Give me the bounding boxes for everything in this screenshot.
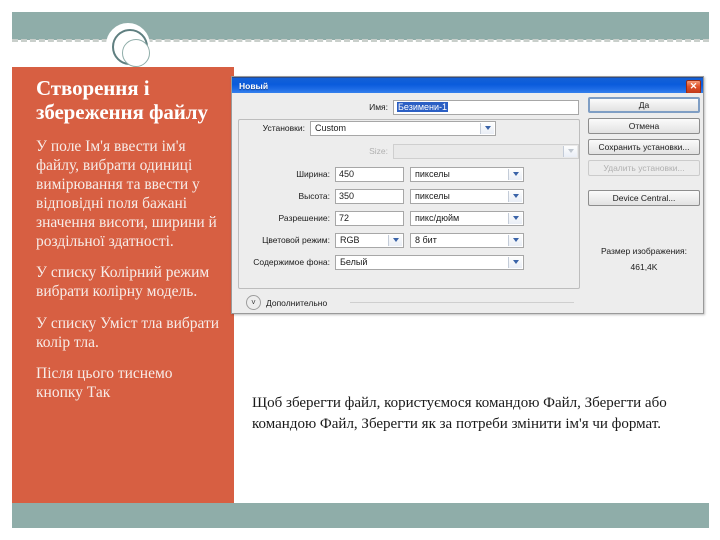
- dialog-title: Новый: [239, 81, 269, 91]
- name-row: Имя: Безимени-1: [238, 99, 580, 115]
- height-unit-select[interactable]: пикселы: [410, 188, 524, 204]
- resolution-row: Разрешение: 72 пикс/дюйм: [238, 210, 580, 226]
- size-select: [393, 143, 579, 159]
- color-depth-value: 8 бит: [415, 235, 437, 245]
- close-icon[interactable]: ✕: [686, 79, 701, 94]
- ok-button[interactable]: Да: [588, 97, 700, 113]
- new-document-dialog: Новый ✕ Имя: Безимени-1 Установки: Custo…: [231, 76, 704, 314]
- color-mode-value: RGB: [340, 235, 360, 245]
- name-label: Имя:: [369, 102, 388, 112]
- bottom-decorative-band: [12, 503, 709, 528]
- save-preset-button[interactable]: Сохранить установки...: [588, 139, 700, 155]
- decorative-ring: [106, 23, 150, 67]
- preset-label: Установки:: [262, 123, 305, 133]
- color-mode-row: Цветовой режим: RGB 8 бит: [238, 232, 580, 248]
- chevron-down-icon[interactable]: [508, 168, 522, 180]
- color-mode-label: Цветовой режим:: [262, 235, 330, 245]
- chevron-down-icon[interactable]: [508, 256, 522, 268]
- width-input[interactable]: 450: [335, 166, 404, 182]
- delete-preset-button: Удалить установки...: [588, 160, 700, 176]
- background-label: Содержимое фона:: [253, 257, 330, 267]
- image-size-label: Размер изображения:: [601, 246, 687, 256]
- width-unit-value: пикселы: [415, 169, 450, 179]
- dialog-button-column: Да Отмена Сохранить установки... Удалить…: [588, 97, 700, 211]
- sidebar-paragraph-2: У списку Колірний режим вибрати колірну …: [36, 264, 210, 301]
- background-row: Содержимое фона: Белый: [238, 254, 580, 270]
- color-mode-select[interactable]: RGB: [335, 232, 404, 248]
- background-value: Белый: [340, 257, 368, 267]
- dialog-titlebar[interactable]: Новый ✕: [232, 77, 703, 94]
- sidebar-paragraph-3: У списку Уміст тла вибрати колір тла.: [36, 314, 220, 351]
- preset-row: Установки: Custom: [238, 120, 580, 136]
- resolution-input[interactable]: 72: [335, 210, 404, 226]
- height-row: Высота: 350 пикселы: [238, 188, 580, 204]
- chevron-down-icon[interactable]: [508, 212, 522, 224]
- height-label: Высота:: [298, 191, 330, 201]
- resolution-label: Разрешение:: [278, 213, 330, 223]
- chevron-down-icon[interactable]: [388, 234, 402, 246]
- background-select[interactable]: Белый: [335, 254, 524, 270]
- chevron-down-icon[interactable]: [508, 234, 522, 246]
- height-input[interactable]: 350: [335, 188, 404, 204]
- decorative-ring-inner: [112, 29, 150, 67]
- name-input-value: Безимени-1: [397, 102, 449, 112]
- resolution-unit-select[interactable]: пикс/дюйм: [410, 210, 524, 226]
- height-unit-value: пикселы: [415, 191, 450, 201]
- advanced-divider: [350, 302, 574, 303]
- chevron-down-icon[interactable]: [508, 190, 522, 202]
- color-depth-select[interactable]: 8 бит: [410, 232, 524, 248]
- sidebar-paragraph-4: Після цього тиснемо кнопку Так: [36, 364, 173, 401]
- image-size-value: 461,4K: [630, 262, 658, 273]
- preset-value: Custom: [315, 123, 347, 133]
- cancel-button[interactable]: Отмена: [588, 118, 700, 134]
- size-label: Size:: [369, 146, 388, 156]
- preset-select[interactable]: Custom: [310, 120, 496, 136]
- width-row: Ширина: 450 пикселы: [238, 166, 580, 182]
- chevron-double-down-icon[interactable]: ˅: [246, 295, 261, 310]
- advanced-toggle[interactable]: ˅ Дополнительно: [246, 295, 327, 310]
- slide-caption: Щоб зберегти файл, користуємося командою…: [252, 395, 667, 432]
- sidebar-paragraph-1: У поле Ім'я ввести ім'я файлу, вибрати о…: [36, 138, 217, 251]
- slide-canvas: Створення і збереження файлу У поле Ім'я…: [0, 0, 720, 540]
- dialog-body: Имя: Безимени-1 Установки: Custom Size:: [232, 93, 703, 313]
- image-size-readout: Размер изображения: 461,4K: [588, 243, 700, 275]
- sidebar-panel: Створення і збереження файлу У поле Ім'я…: [12, 67, 234, 503]
- chevron-down-icon: [563, 145, 577, 157]
- chevron-down-icon[interactable]: [480, 122, 494, 134]
- device-central-button[interactable]: Device Central...: [588, 190, 700, 206]
- name-input[interactable]: Безимени-1: [393, 99, 579, 115]
- width-label: Ширина:: [296, 169, 330, 179]
- decorative-ring-inner2: [122, 39, 150, 67]
- advanced-label: Дополнительно: [266, 297, 328, 308]
- size-row: Size:: [238, 143, 580, 159]
- page-title: Створення і збереження файлу: [36, 76, 208, 124]
- resolution-unit-value: пикс/дюйм: [415, 213, 460, 223]
- width-unit-select[interactable]: пикселы: [410, 166, 524, 182]
